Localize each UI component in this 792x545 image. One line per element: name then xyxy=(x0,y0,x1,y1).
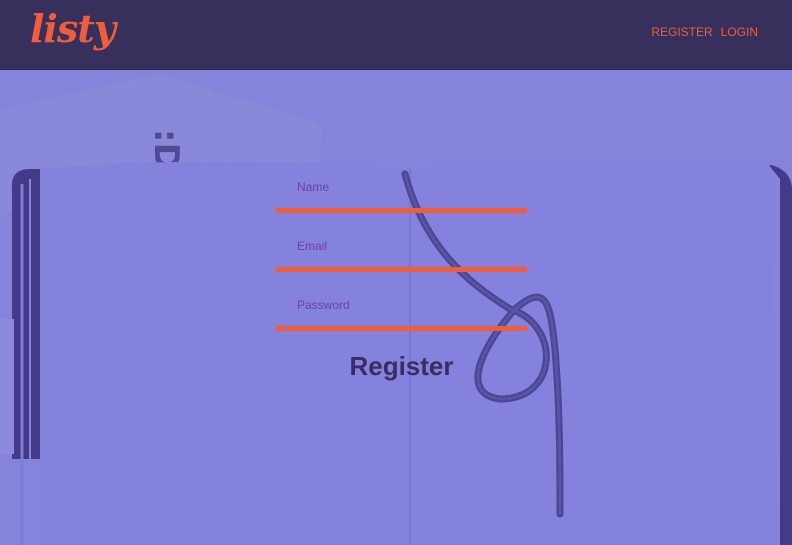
register-button[interactable]: Register xyxy=(276,346,527,386)
password-field[interactable]: Password xyxy=(276,290,527,334)
top-nav: REGISTER LOGIN xyxy=(651,25,758,39)
listy-logo[interactable]: listy xyxy=(30,6,116,51)
password-field-underline xyxy=(276,326,527,331)
name-field-underline xyxy=(276,208,527,213)
name-input[interactable] xyxy=(276,172,527,212)
email-input[interactable] xyxy=(276,231,527,271)
password-input[interactable] xyxy=(276,290,527,330)
nav-login-link[interactable]: LOGIN xyxy=(721,25,758,39)
name-field[interactable]: Name xyxy=(276,172,527,216)
top-header: listy REGISTER LOGIN xyxy=(0,0,792,70)
email-field[interactable]: Email xyxy=(276,231,527,275)
email-field-underline xyxy=(276,267,527,272)
nav-register-link[interactable]: REGISTER xyxy=(651,25,712,39)
